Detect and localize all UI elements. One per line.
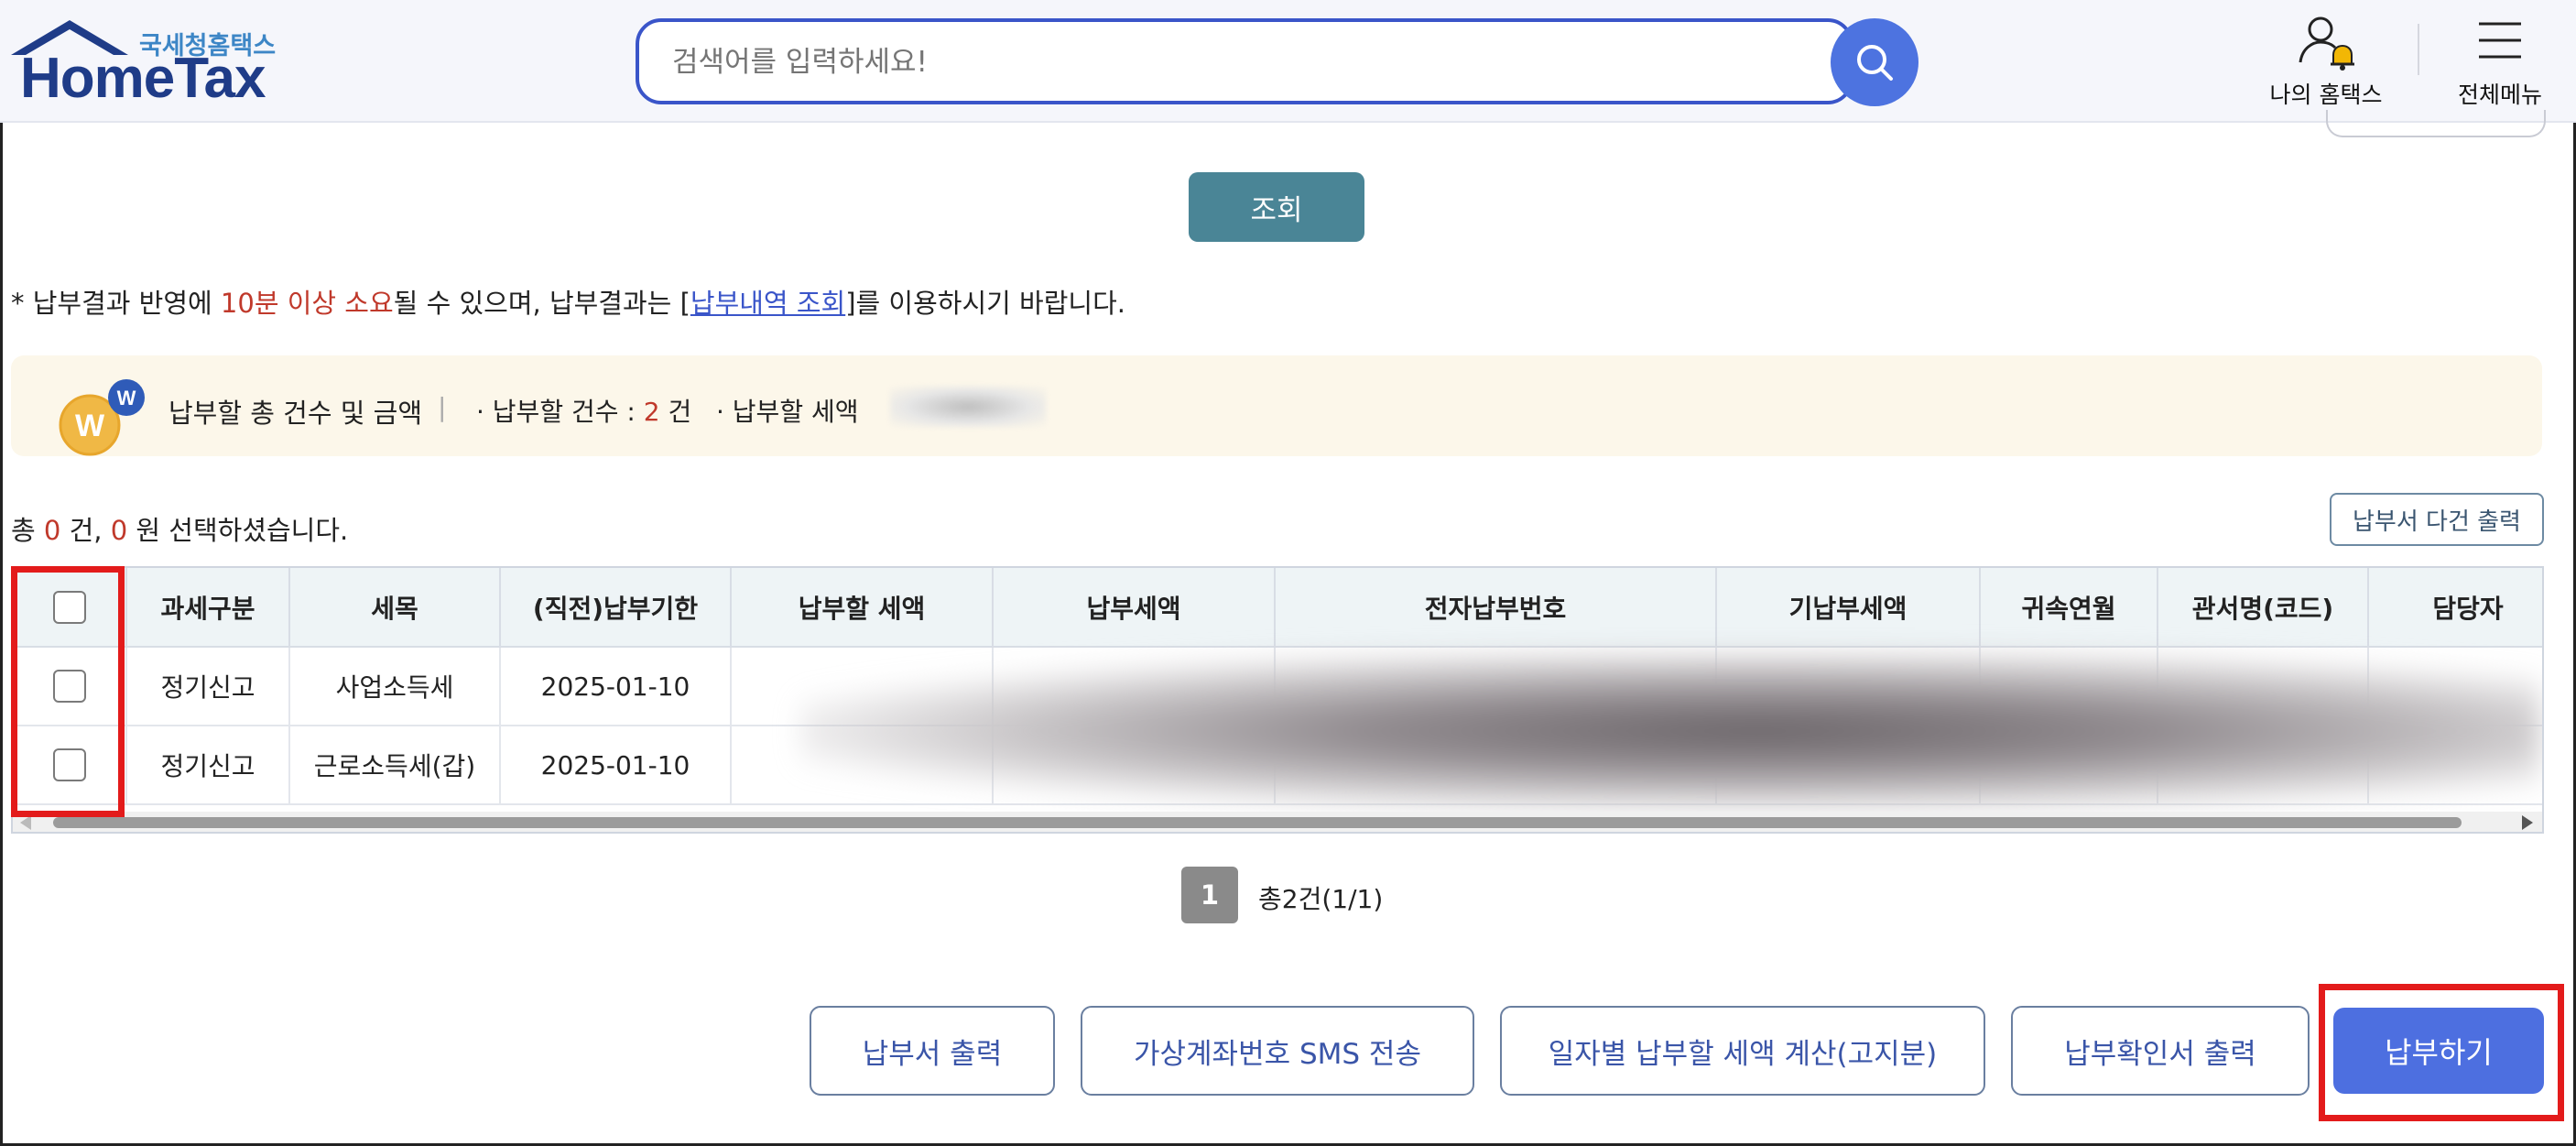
- print-bill-button[interactable]: 납부서 출력: [810, 1006, 1055, 1096]
- cell-tax-type: 정기신고: [126, 726, 290, 805]
- svg-text:W: W: [117, 387, 136, 409]
- header-divider: [2418, 24, 2419, 75]
- column-header[interactable]: 관서명(코드): [2158, 568, 2369, 648]
- payment-summary: W W 납부할 총 건수 및 금액 | · 납부할 건수 : 2 건 · 납부할…: [11, 355, 2542, 456]
- column-header[interactable]: 전자납부번호: [1275, 568, 1717, 648]
- all-menu-label: 전체메뉴: [2457, 82, 2542, 108]
- page-number-current[interactable]: 1: [1181, 867, 1238, 923]
- summary-title: 납부할 총 건수 및 금액: [168, 398, 422, 429]
- summary-count: · 납부할 건수 : 2 건: [476, 397, 692, 427]
- column-header[interactable]: (직전)납부기한: [500, 568, 732, 648]
- horizontal-scrollbar[interactable]: [13, 812, 2542, 832]
- logo-title: HomeTax: [20, 47, 266, 110]
- scroll-left-arrow-icon[interactable]: [20, 815, 31, 830]
- query-button[interactable]: 조회: [1189, 172, 1364, 242]
- hometax-logo[interactable]: 국세청홈택스 HomeTax: [11, 18, 286, 110]
- sms-virtual-account-button[interactable]: 가상계좌번호 SMS 전송: [1081, 1006, 1474, 1096]
- cell-deadline: 2025-01-10: [500, 726, 732, 805]
- column-header[interactable]: 기납부세액: [1716, 568, 1981, 648]
- all-menu-button[interactable]: 전체메뉴: [2445, 13, 2555, 114]
- summary-tax-label: · 납부할 세액: [716, 397, 859, 427]
- selection-summary: 총 0 건, 0 원 선택하셨습니다.: [11, 515, 349, 546]
- multi-print-button[interactable]: 납부서 다건 출력: [2330, 493, 2544, 546]
- cell-tax-item: 근로소득세(갑): [289, 726, 501, 805]
- checkbox-column-highlight: [11, 566, 125, 817]
- search-button[interactable]: [1831, 18, 1918, 106]
- column-header[interactable]: 세목: [289, 568, 501, 648]
- column-header[interactable]: 담당자: [2368, 568, 2542, 648]
- user-bell-icon: [2299, 16, 2354, 71]
- cell-tax-item: 사업소득세: [289, 647, 501, 726]
- column-header[interactable]: 귀속연월: [1980, 568, 2158, 648]
- search-icon: [1857, 45, 1893, 81]
- partially-hidden-button[interactable]: [2326, 110, 2546, 137]
- coin-badge-icon: W W: [59, 379, 145, 456]
- payment-confirmation-print-button[interactable]: 납부확인서 출력: [2011, 1006, 2310, 1096]
- column-header[interactable]: 납부세액: [993, 568, 1276, 648]
- svg-text:W: W: [75, 409, 105, 443]
- blurred-tax-amount: [890, 387, 1046, 427]
- search-box: [636, 18, 1853, 104]
- notice-highlight: 10분 이상 소요: [220, 288, 394, 319]
- notice-text: * 납부결과 반영에 10분 이상 소요될 수 있으며, 납부결과는 [납부내역…: [11, 288, 1125, 319]
- payment-table: 과세구분 세목 (직전)납부기한 납부할 세액 납부세액 전자납부번호 기납부세…: [11, 566, 2544, 834]
- search-input[interactable]: [672, 38, 1771, 86]
- pay-button-highlight: [2319, 984, 2564, 1121]
- column-header[interactable]: 납부할 세액: [731, 568, 994, 648]
- scroll-right-arrow-icon[interactable]: [2522, 815, 2533, 830]
- header: 국세청홈택스 HomeTax 나의 홈택스 전체메뉴: [0, 0, 2576, 123]
- my-hometax-button[interactable]: 나의 홈택스: [2262, 13, 2390, 114]
- blurred-row-data: [800, 652, 2540, 810]
- summary-separator: |: [438, 392, 447, 422]
- table-header-row: 과세구분 세목 (직전)납부기한 납부할 세액 납부세액 전자납부번호 기납부세…: [13, 568, 2542, 648]
- scrollbar-thumb[interactable]: [53, 817, 2462, 828]
- cell-tax-type: 정기신고: [126, 647, 290, 726]
- daily-tax-calc-button[interactable]: 일자별 납부할 세액 계산(고지분): [1500, 1006, 1985, 1096]
- my-hometax-label: 나의 홈택스: [2269, 82, 2383, 108]
- cell-deadline: 2025-01-10: [500, 647, 732, 726]
- payment-history-link[interactable]: 납부내역 조회: [690, 288, 845, 319]
- page-total: 총2건(1/1): [1258, 884, 1384, 914]
- column-header[interactable]: 과세구분: [126, 568, 290, 648]
- hamburger-menu-icon: [2479, 22, 2521, 59]
